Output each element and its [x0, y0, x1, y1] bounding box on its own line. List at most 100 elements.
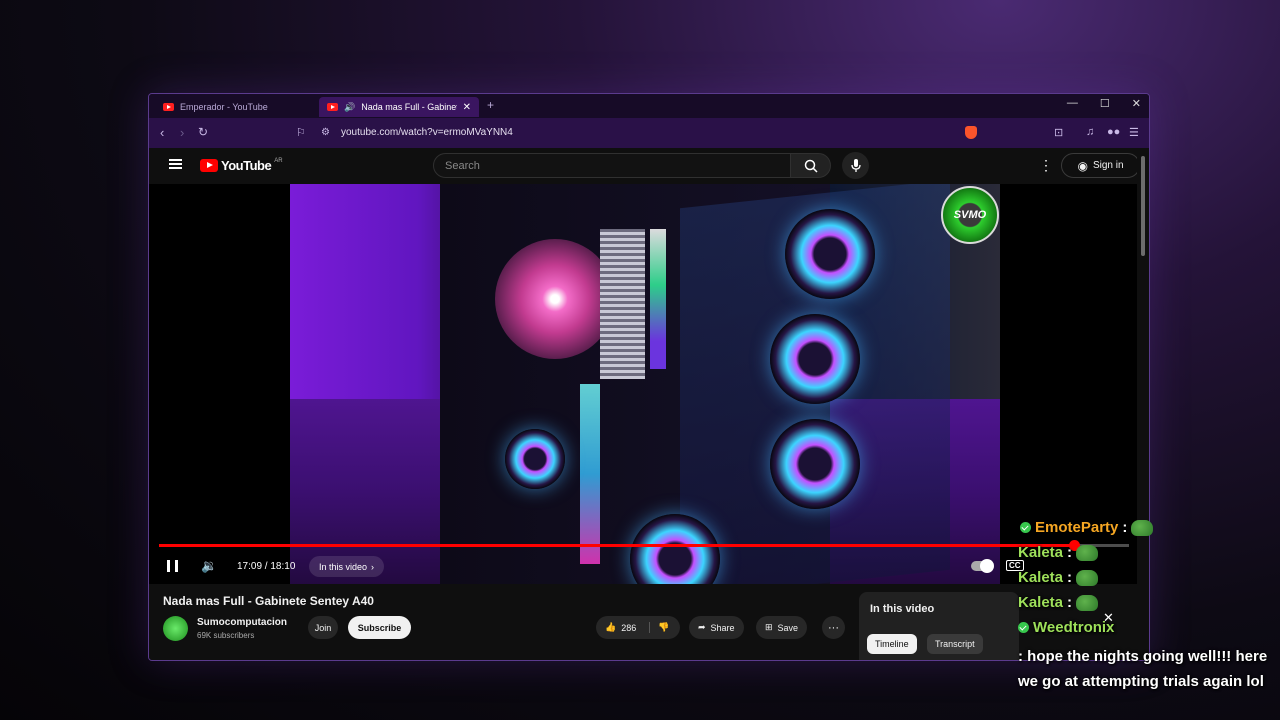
verified-badge-icon: [1020, 522, 1031, 533]
tab-nada-mas-full[interactable]: 🔊 Nada mas Full - Gabinete Sent ✕: [319, 97, 479, 117]
sign-in-button[interactable]: ◉ Sign in: [1061, 153, 1139, 178]
progress-fill: [159, 544, 1074, 547]
channel-name[interactable]: Sumocomputacion: [197, 617, 287, 628]
in-this-video-panel: In this video Timeline Transcript: [859, 592, 1019, 660]
chat-text: :: [1122, 519, 1128, 536]
youtube-favicon-icon: [163, 103, 174, 111]
channel-avatar[interactable]: [163, 616, 188, 641]
pepe-emote-icon: [1131, 519, 1154, 536]
speaker-icon: 🔊: [344, 101, 356, 112]
microphone-icon: [850, 158, 861, 172]
like-count[interactable]: 286: [621, 623, 636, 633]
reload-icon[interactable]: ↻: [198, 125, 208, 139]
pepe-emote-icon: [1076, 569, 1099, 586]
screenshot-icon[interactable]: ⊡: [1054, 126, 1063, 139]
music-icon[interactable]: ♫: [1086, 126, 1094, 138]
youtube-header: YouTube AR Search ⋮ ◉ Sign in: [149, 148, 1139, 184]
chevron-right-icon: ›: [371, 561, 375, 572]
hamburger-icon[interactable]: [169, 159, 182, 169]
chat-text: :: [1067, 594, 1073, 611]
video-player[interactable]: SVMO 🔉 17:09 / 18:10 In this video › CC: [149, 184, 1139, 584]
back-icon[interactable]: ‹: [160, 125, 164, 140]
search-button[interactable]: [790, 153, 831, 178]
chat-message: Kaleta :: [1018, 590, 1280, 615]
video-frame: [290, 184, 1000, 584]
tab-transcript[interactable]: Transcript: [927, 634, 983, 654]
volume-icon[interactable]: 🔉: [201, 558, 217, 574]
chat-username: EmoteParty: [1035, 519, 1119, 536]
tab-label: Nada mas Full - Gabinete Sent: [361, 102, 457, 112]
tab-emperador[interactable]: Emperador - YouTube: [155, 97, 315, 117]
brave-shield-icon[interactable]: [965, 126, 977, 139]
chapter-label: In this video: [319, 561, 368, 572]
chat-message: Kaleta :: [1018, 565, 1280, 590]
more-actions-button[interactable]: ···: [822, 616, 845, 639]
chat-text: :: [1067, 544, 1073, 561]
panel-title: In this video: [870, 603, 935, 615]
save-icon: ⊞: [765, 622, 773, 632]
close-tab-icon[interactable]: ✕: [463, 102, 471, 113]
subscribe-button[interactable]: Subscribe: [348, 616, 411, 639]
chat-username: Kaleta: [1018, 594, 1064, 611]
autoplay-toggle[interactable]: [971, 559, 994, 573]
player-controls: 🔉 17:09 / 18:10 In this video › CC: [149, 552, 1139, 580]
chat-username: Kaleta: [1018, 544, 1064, 561]
save-label: Save: [777, 622, 799, 633]
join-button[interactable]: Join: [308, 616, 338, 639]
minimize-icon[interactable]: —: [1067, 97, 1078, 110]
youtube-play-icon: [200, 159, 218, 172]
like-icon[interactable]: 👍: [605, 622, 616, 633]
more-options-icon[interactable]: ⋮: [1039, 157, 1053, 174]
maximize-icon[interactable]: ☐: [1100, 97, 1110, 110]
extension-icon[interactable]: ●●: [1107, 126, 1120, 138]
dislike-icon[interactable]: 👎: [649, 622, 669, 633]
account-icon: ◉: [1077, 158, 1088, 173]
tab-bar: Emperador - YouTube 🔊 Nada mas Full - Ga…: [149, 94, 1149, 118]
time-display: 17:09 / 18:10: [237, 561, 296, 572]
close-window-icon[interactable]: ✕: [1132, 97, 1141, 110]
pepe-emote-icon: [1076, 594, 1099, 611]
country-code: AR: [274, 157, 283, 164]
pause-icon[interactable]: [167, 560, 178, 572]
menu-icon[interactable]: ☰: [1129, 126, 1139, 139]
chapter-button[interactable]: In this video ›: [309, 556, 385, 577]
save-button[interactable]: ⊞ Save: [756, 616, 808, 639]
browser-window: Emperador - YouTube 🔊 Nada mas Full - Ga…: [148, 93, 1150, 661]
chat-text: : hope the nights going well!!! here we …: [1018, 648, 1268, 690]
youtube-logo[interactable]: YouTube AR: [200, 158, 283, 173]
pepe-emote-icon: [1076, 544, 1099, 561]
chat-message: Kaleta :: [1018, 540, 1280, 565]
subscriber-count: 69K subscribers: [197, 631, 255, 640]
voice-search-button[interactable]: [842, 152, 869, 179]
window-controls: — ☐ ✕: [1067, 97, 1141, 110]
forward-icon[interactable]: ›: [180, 125, 184, 140]
search-input[interactable]: Search: [433, 153, 791, 178]
channel-watermark[interactable]: SVMO: [941, 186, 999, 244]
chat-message: EmoteParty :: [1018, 515, 1280, 540]
verified-badge-icon: [1018, 622, 1029, 633]
share-label: Share: [710, 622, 735, 633]
address-bar: ‹ › ↻ ⚐ ⚙ youtube.com/watch?v=ermoMVaYNN…: [149, 118, 1149, 148]
bookmark-icon[interactable]: ⚐: [296, 126, 306, 139]
logo-text: YouTube: [221, 158, 272, 173]
share-icon: ➦: [698, 622, 706, 632]
site-info-icon[interactable]: ⚙: [321, 127, 330, 138]
page-content: YouTube AR Search ⋮ ◉ Sign in SVMO 🔉 17:…: [149, 148, 1139, 660]
video-title: Nada mas Full - Gabinete Sentey A40: [163, 594, 374, 608]
like-dislike-group: 👍 286 👎: [596, 616, 680, 639]
panel-close-icon[interactable]: ✕: [1103, 610, 1114, 626]
stream-chat-overlay: EmoteParty : Kaleta : Kaleta : Kaleta : Weed…: [1018, 515, 1280, 694]
sign-in-label: Sign in: [1092, 160, 1124, 171]
chat-text: :: [1067, 569, 1073, 586]
share-button[interactable]: ➦ Share: [689, 616, 744, 639]
chat-message: Weedtronix : hope the nights going well!…: [1018, 615, 1280, 694]
new-tab-button[interactable]: +: [487, 98, 494, 112]
progress-bar[interactable]: [159, 540, 1129, 551]
url-field[interactable]: youtube.com/watch?v=ermoMVaYNN4: [341, 127, 513, 138]
video-details: Nada mas Full - Gabinete Sentey A40 Sumo…: [149, 584, 1139, 660]
tab-timeline[interactable]: Timeline: [867, 634, 917, 654]
tab-label: Emperador - YouTube: [180, 102, 268, 112]
search-icon: [804, 159, 818, 173]
chat-username: Kaleta: [1018, 569, 1064, 586]
youtube-favicon-icon: [327, 103, 338, 111]
